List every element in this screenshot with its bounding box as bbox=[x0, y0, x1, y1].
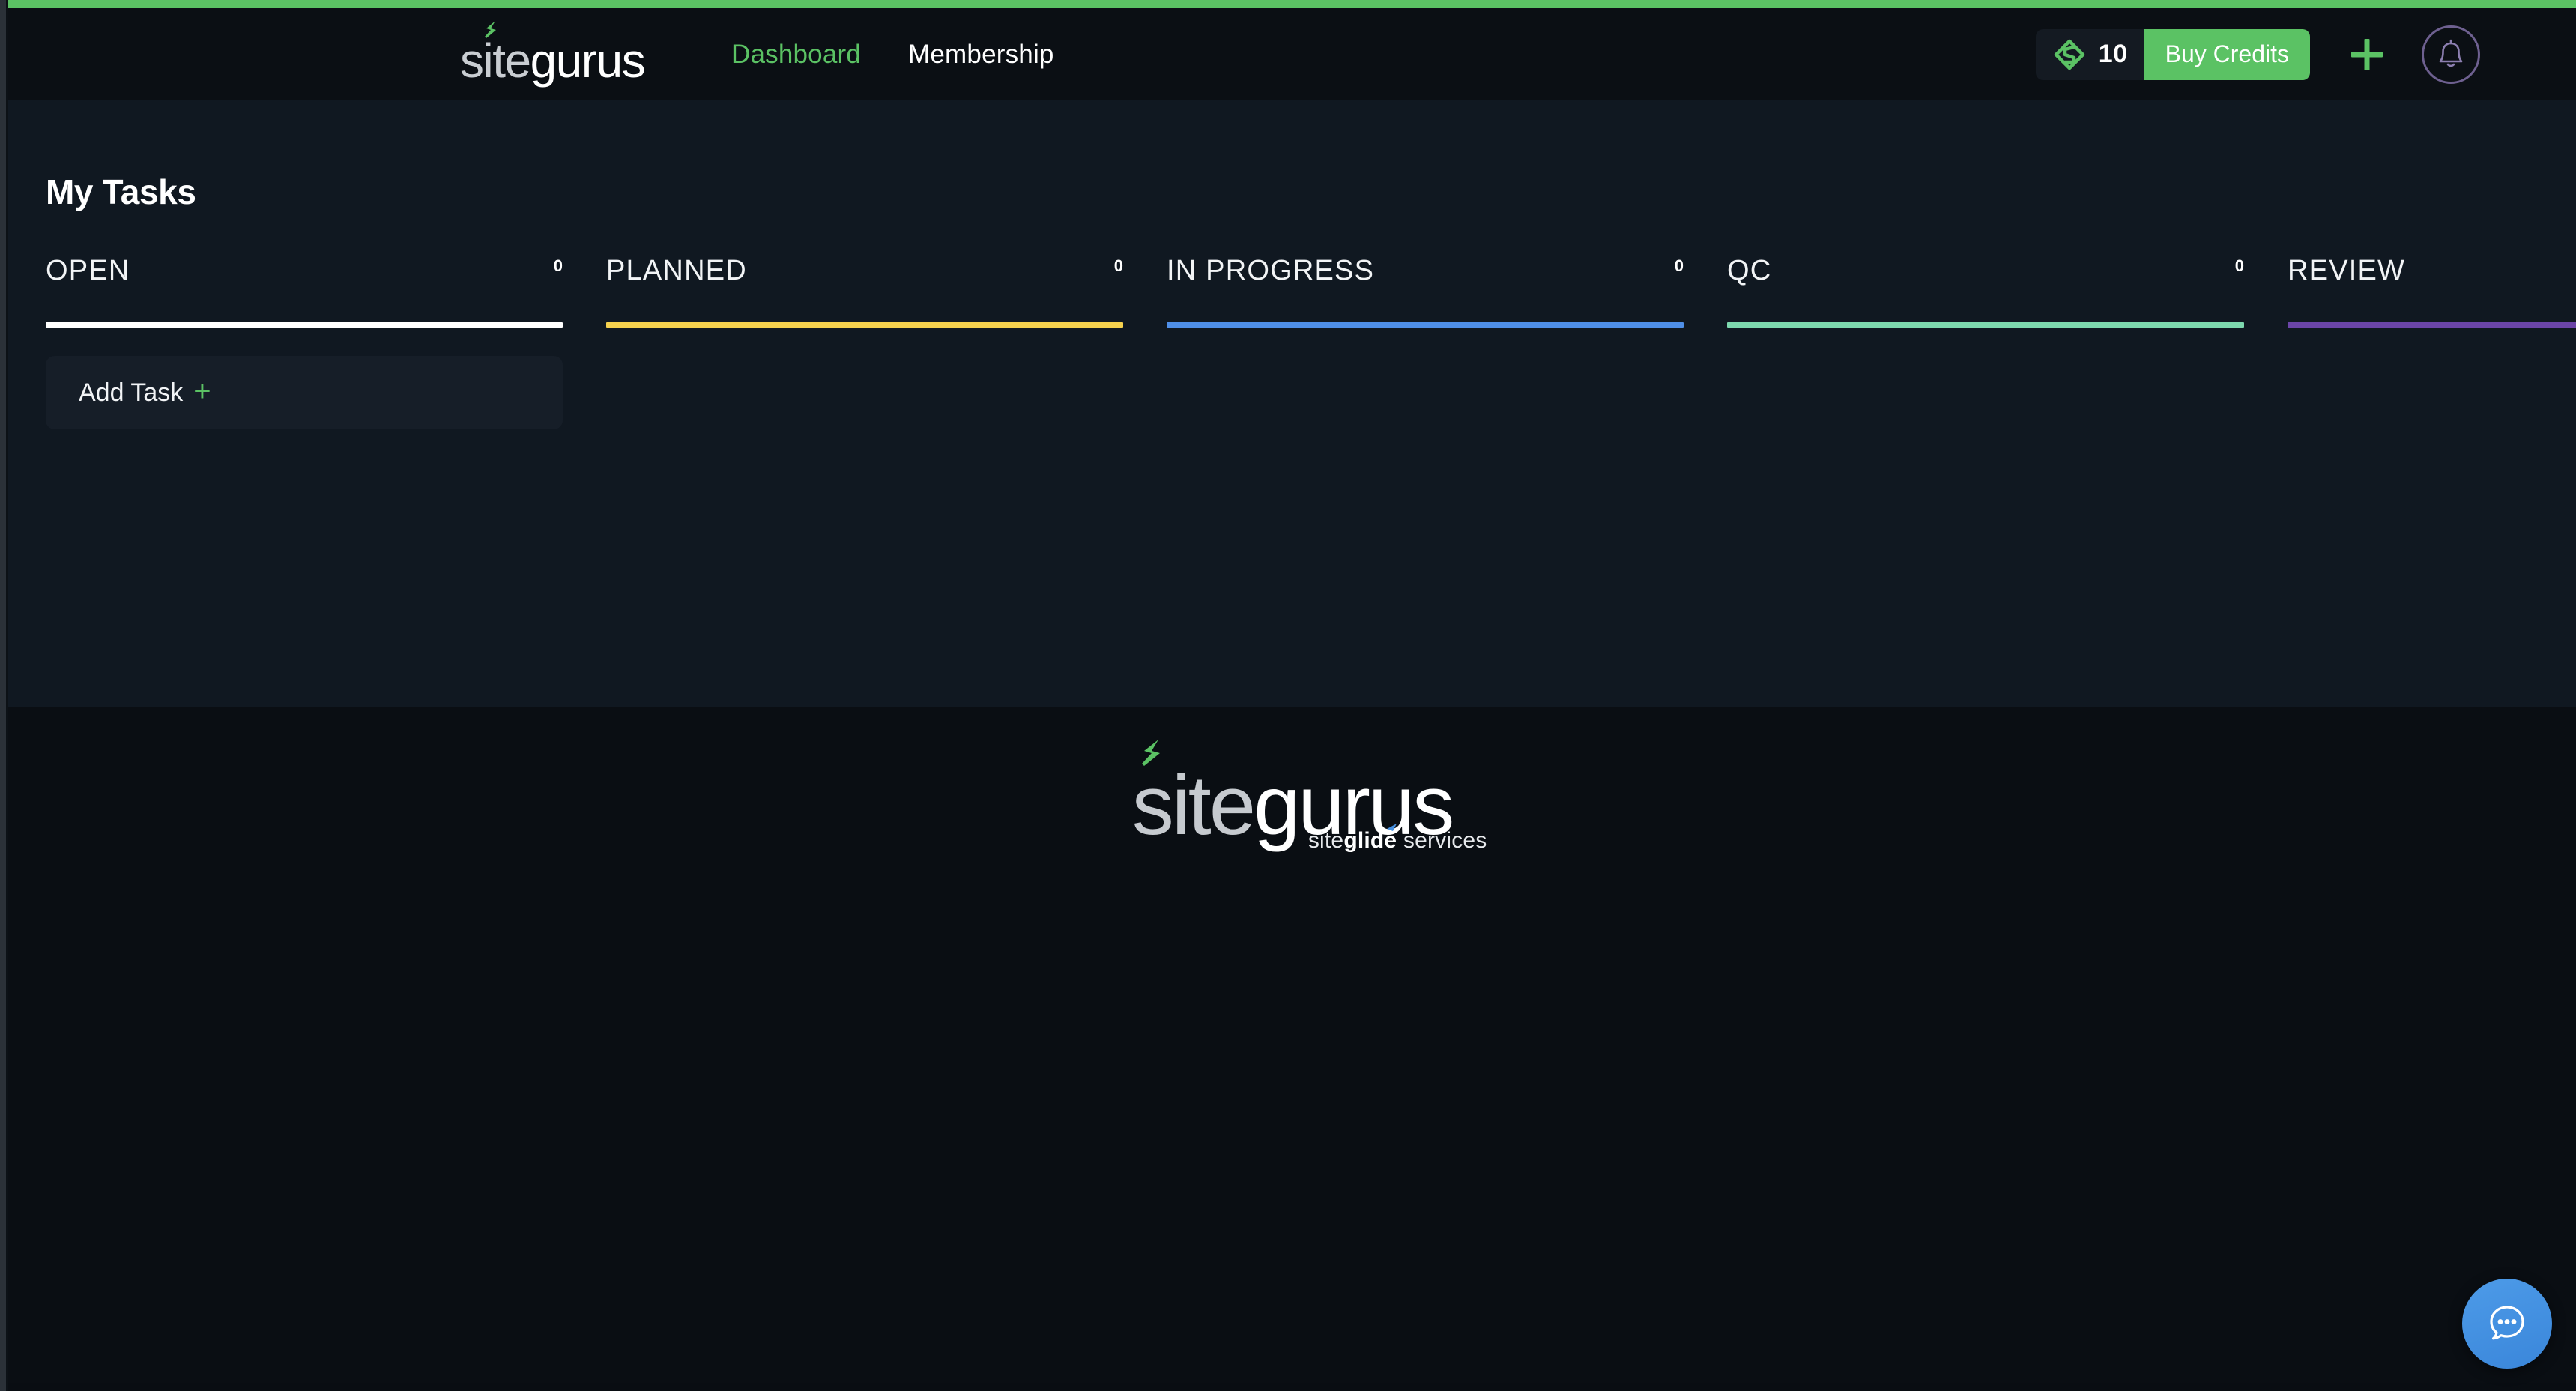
glide-accent-icon bbox=[1387, 824, 1397, 831]
site-header: sitegurus Dashboard Membership 10 Buy Cr… bbox=[8, 8, 2576, 100]
column-count-open: 0 bbox=[553, 256, 563, 275]
buy-credits-button[interactable]: Buy Credits bbox=[2144, 28, 2310, 80]
credits-pill[interactable]: 10 bbox=[2035, 28, 2144, 80]
footer-tagline: siteglide services bbox=[1307, 824, 1487, 853]
notifications-button[interactable] bbox=[2422, 25, 2480, 84]
plus-icon bbox=[2351, 38, 2383, 70]
column-rule-qc bbox=[1727, 322, 2244, 328]
main-content: My Tasks OPEN 0 Add Task + PLANNED 0 IN … bbox=[8, 100, 2576, 707]
column-header: PLANNED 0 bbox=[606, 256, 1123, 322]
nav-item-dashboard[interactable]: Dashboard bbox=[731, 40, 861, 70]
credits-diamond-icon bbox=[2054, 39, 2085, 70]
credits-count: 10 bbox=[2098, 40, 2128, 68]
column-title-open: OPEN bbox=[46, 255, 130, 286]
brand-logo[interactable]: sitegurus bbox=[460, 21, 646, 88]
column-title-qc: QC bbox=[1727, 255, 1772, 286]
column-body-planned bbox=[606, 328, 1123, 356]
column-count-in-progress: 0 bbox=[1674, 256, 1684, 275]
column-count-planned: 0 bbox=[1113, 256, 1123, 275]
bolt-icon bbox=[1141, 740, 1160, 766]
add-task-label: Add Task bbox=[79, 378, 184, 407]
column-rule-planned bbox=[606, 322, 1123, 328]
column-header: REVIEW bbox=[2288, 256, 2576, 322]
board-column-in-progress: IN PROGRESS 0 bbox=[1167, 256, 1684, 429]
column-header: OPEN 0 bbox=[46, 256, 563, 322]
page-title: My Tasks bbox=[46, 172, 196, 211]
column-title-planned: PLANNED bbox=[606, 255, 747, 286]
board-column-planned: PLANNED 0 bbox=[606, 256, 1123, 429]
tagline-suffix: services bbox=[1397, 828, 1487, 853]
column-rule-open bbox=[46, 322, 563, 328]
column-header: QC 0 bbox=[1727, 256, 2244, 322]
footer-wordmark: sitegurus siteglide services bbox=[1098, 740, 1487, 852]
window-edge-inner bbox=[6, 0, 8, 1391]
add-task-plus-icon: + bbox=[193, 375, 211, 408]
column-rule-review bbox=[2288, 322, 2576, 328]
chat-bubble-icon bbox=[2490, 1306, 2524, 1340]
column-title-in-progress: IN PROGRESS bbox=[1167, 255, 1375, 286]
board-column-open: OPEN 0 Add Task + bbox=[46, 256, 563, 429]
column-body-review bbox=[2288, 328, 2576, 356]
site-footer: sitegurus siteglide services © 2023 Site… bbox=[8, 707, 2576, 1383]
task-board: OPEN 0 Add Task + PLANNED 0 IN PROGRESS … bbox=[46, 256, 2576, 429]
bolt-icon bbox=[485, 21, 496, 38]
column-body-in-progress bbox=[1167, 328, 1684, 356]
column-count-qc: 0 bbox=[2234, 256, 2244, 275]
tagline-bold-wrap: glide bbox=[1343, 824, 1397, 852]
top-accent-strip bbox=[0, 0, 2576, 8]
add-new-button[interactable] bbox=[2344, 31, 2390, 78]
window-left-edge bbox=[0, 0, 8, 1391]
footer-logo: sitegurus siteglide services bbox=[1098, 740, 1487, 869]
column-body-open: Add Task + bbox=[46, 328, 563, 429]
column-body-qc bbox=[1727, 328, 2244, 356]
brand-wordmark: sitegurus bbox=[460, 21, 646, 88]
brand-name-bold: gurus bbox=[530, 34, 646, 88]
app-root: sitegurus Dashboard Membership 10 Buy Cr… bbox=[0, 0, 2576, 1391]
header-actions: 10 Buy Credits bbox=[2035, 8, 2480, 100]
column-header: IN PROGRESS 0 bbox=[1167, 256, 1684, 322]
board-column-qc: QC 0 bbox=[1727, 256, 2244, 429]
column-rule-in-progress bbox=[1167, 322, 1684, 328]
add-task-card[interactable]: Add Task + bbox=[46, 356, 563, 429]
board-column-review: REVIEW bbox=[2288, 256, 2576, 429]
bell-icon bbox=[2439, 39, 2463, 67]
main-nav: Dashboard Membership bbox=[731, 8, 1054, 100]
tagline-light: site bbox=[1307, 828, 1344, 853]
chat-widget-button[interactable] bbox=[2462, 1279, 2552, 1369]
nav-item-membership[interactable]: Membership bbox=[908, 40, 1054, 70]
column-title-review: REVIEW bbox=[2288, 255, 2406, 286]
